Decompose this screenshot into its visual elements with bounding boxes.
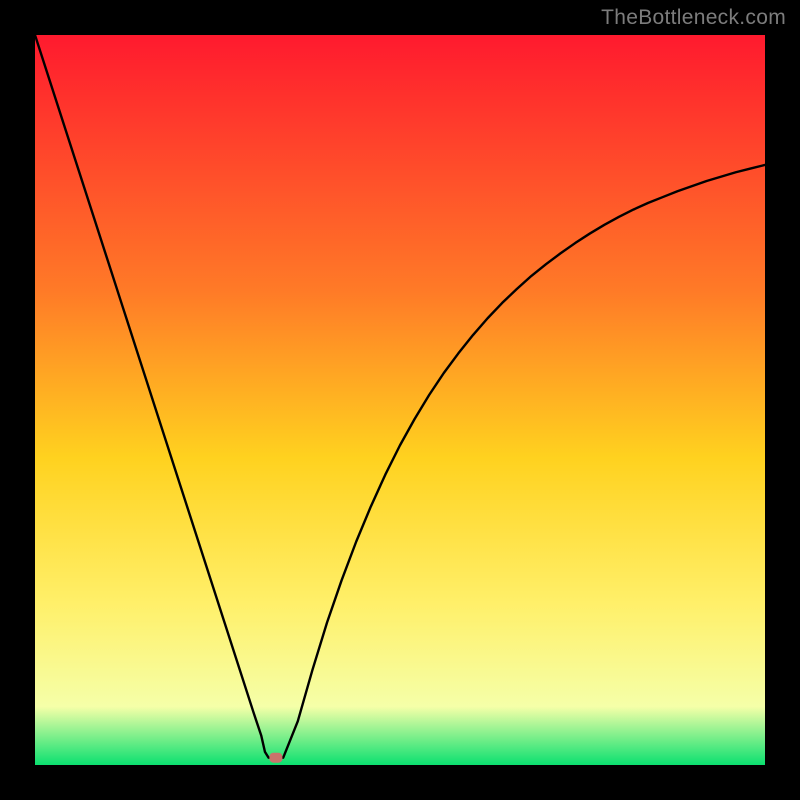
outer-frame: TheBottleneck.com: [0, 0, 800, 800]
gradient-background: [35, 35, 765, 765]
plot-area: [35, 35, 765, 765]
watermark-label: TheBottleneck.com: [601, 6, 786, 30]
bottleneck-chart: [35, 35, 765, 765]
optimal-point-marker: [269, 753, 282, 763]
